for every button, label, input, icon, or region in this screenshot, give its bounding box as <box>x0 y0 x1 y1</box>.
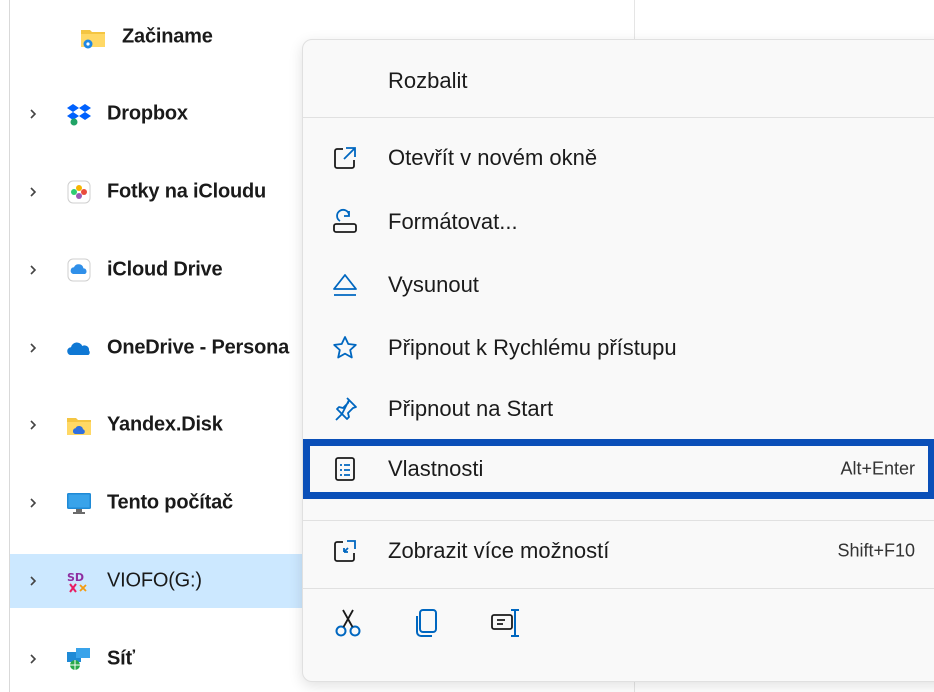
nav-item-yandex-disk[interactable]: Yandex.Disk <box>10 398 302 452</box>
menu-separator <box>303 117 934 118</box>
nav-item-dropbox[interactable]: Dropbox <box>10 87 302 141</box>
nav-item-label: VIOFO(G:) <box>107 569 202 592</box>
menu-item-label: Připnout k Rychlému přístupu <box>388 335 677 360</box>
menu-item-label: Formátovat... <box>388 209 518 234</box>
menu-item-expand[interactable]: Rozbalit <box>303 54 934 108</box>
menu-item-label: Připnout na Start <box>388 396 554 421</box>
chevron-right-icon[interactable] <box>26 496 40 510</box>
show-more-options-icon <box>331 537 359 565</box>
menu-item-label: Otevřít v novém okně <box>388 145 598 170</box>
sd-card-drive-icon: SD <box>66 569 92 593</box>
network-icon <box>66 647 92 671</box>
chevron-right-icon[interactable] <box>26 418 40 432</box>
chevron-right-icon[interactable] <box>26 107 40 121</box>
pin-icon <box>331 395 359 423</box>
menu-item-open-new-window[interactable]: Otevřít v novém okně <box>303 131 934 185</box>
menu-item-label: Vlastnosti <box>388 456 484 481</box>
menu-item-show-more-options[interactable]: Zobrazit více možností Shift+F10 <box>303 524 934 578</box>
menu-separator <box>303 520 934 521</box>
icloud-drive-icon <box>66 258 92 282</box>
nav-item-label: Tento počítač <box>107 491 233 514</box>
format-drive-icon <box>331 208 359 236</box>
nav-item-label: Síť <box>107 647 135 670</box>
copy-icon[interactable] <box>411 606 445 640</box>
nav-item-network[interactable]: Síť <box>10 632 302 686</box>
menu-item-label: Rozbalit <box>388 68 468 93</box>
nav-item-label: Yandex.Disk <box>107 413 223 436</box>
icloud-photos-icon <box>66 180 92 204</box>
folder-star-icon <box>80 25 106 49</box>
menu-item-shortcut: Shift+F10 <box>837 540 915 561</box>
rename-icon[interactable] <box>489 606 523 640</box>
dropbox-icon <box>66 102 92 126</box>
star-pin-icon <box>331 334 359 362</box>
menu-item-label: Vysunout <box>388 272 479 297</box>
eject-icon <box>331 271 359 299</box>
nav-item-label: Začiname <box>122 25 213 48</box>
this-pc-monitor-icon <box>66 491 92 515</box>
chevron-right-icon[interactable] <box>26 341 40 355</box>
nav-item-label: Dropbox <box>107 102 188 125</box>
nav-item-this-pc[interactable]: Tento počítač <box>10 476 302 530</box>
nav-item-label: iCloud Drive <box>107 258 223 281</box>
chevron-right-icon[interactable] <box>26 263 40 277</box>
properties-icon <box>331 455 359 483</box>
chevron-right-icon[interactable] <box>26 652 40 666</box>
nav-item-onedrive[interactable]: OneDrive - Persona <box>10 321 302 375</box>
nav-item-label: Fotky na iCloudu <box>107 180 267 203</box>
menu-item-label: Zobrazit více možností <box>388 538 610 563</box>
chevron-right-icon[interactable] <box>26 574 40 588</box>
nav-item-viofo-drive[interactable]: SD VIOFO(G:) <box>10 554 302 608</box>
menu-separator <box>303 588 934 589</box>
open-new-window-icon <box>331 144 359 172</box>
context-menu: Rozbalit Otevřít v novém okně Formátovat… <box>302 39 934 682</box>
menu-item-pin-start[interactable]: Připnout na Start <box>303 382 934 436</box>
menu-item-eject[interactable]: Vysunout <box>303 258 934 312</box>
menu-item-pin-quick-access[interactable]: Připnout k Rychlému přístupu <box>303 321 934 375</box>
nav-item-icloud-drive[interactable]: iCloud Drive <box>10 243 302 297</box>
menu-item-properties[interactable]: Vlastnosti Alt+Enter <box>303 439 934 499</box>
nav-item-zaciname[interactable]: Začiname <box>10 10 302 64</box>
cut-icon[interactable] <box>331 606 365 640</box>
menu-item-shortcut: Alt+Enter <box>840 458 915 479</box>
menu-item-format[interactable]: Formátovat... <box>303 195 934 249</box>
nav-item-label: OneDrive - Persona <box>107 336 290 359</box>
svg-text:SD: SD <box>67 571 84 584</box>
onedrive-cloud-icon <box>66 336 92 360</box>
yandex-disk-folder-icon <box>66 413 92 437</box>
nav-item-icloud-photos[interactable]: Fotky na iCloudu <box>10 165 302 219</box>
chevron-right-icon[interactable] <box>26 185 40 199</box>
